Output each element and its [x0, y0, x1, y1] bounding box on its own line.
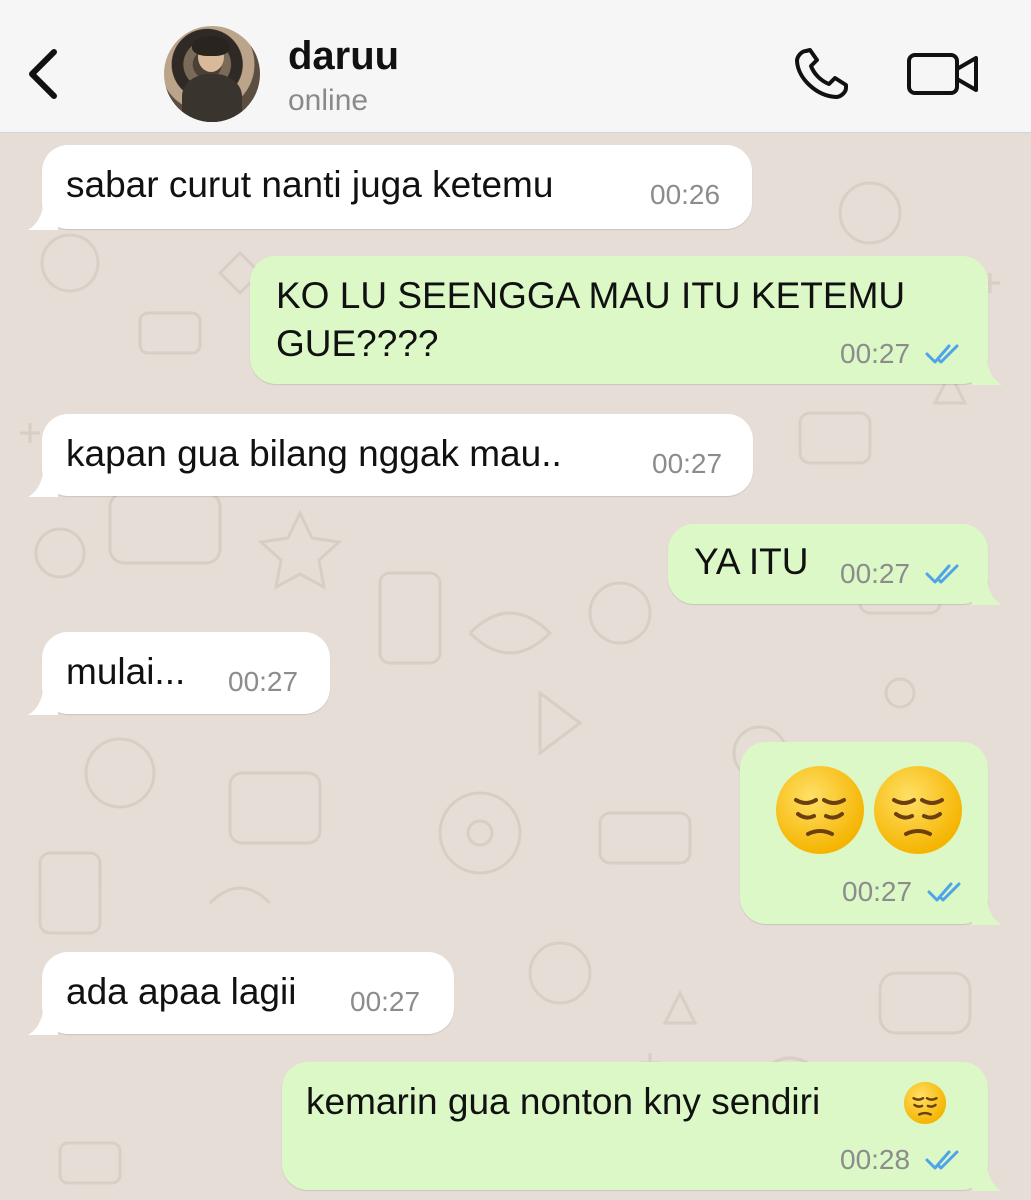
chat-area[interactable]: sabar curut nanti juga ketemu 00:26 KO L…	[0, 133, 1031, 1200]
message-incoming[interactable]: kapan gua bilang nggak mau.. 00:27	[28, 414, 753, 497]
bubble-tail	[972, 575, 1002, 605]
bubble-tail	[972, 895, 1002, 925]
message-incoming[interactable]: mulai... 00:27	[28, 632, 330, 715]
message-text: kemarin gua nonton kny sendiri	[306, 1081, 821, 1122]
double-check-icon	[927, 882, 961, 902]
video-camera-icon[interactable]	[906, 50, 980, 98]
message-text: sabar curut nanti juga ketemu	[66, 164, 554, 205]
bubble-tail	[28, 685, 58, 715]
double-check-icon	[925, 564, 959, 584]
message-text: ada apaa lagii	[66, 971, 297, 1012]
message-incoming[interactable]: ada apaa lagii 00:27	[28, 952, 454, 1035]
message-time: 00:27	[840, 558, 911, 589]
phone-icon[interactable]	[792, 46, 852, 102]
message-text: YA ITU	[694, 541, 809, 582]
chat-header: daruu online	[0, 0, 1031, 133]
message-time: 00:27	[842, 876, 913, 907]
message-time: 00:27	[652, 448, 723, 479]
double-check-icon	[925, 344, 959, 364]
bubble-tail	[972, 355, 1002, 385]
message-text: kapan gua bilang nggak mau..	[66, 433, 562, 474]
message-time: 00:26	[650, 179, 721, 210]
pensive-face-emoji	[776, 766, 864, 854]
message-outgoing[interactable]: KO LU SEENGGA MAU ITU KETEMU GUE???? 00:…	[250, 256, 1002, 385]
bubble-tail	[28, 467, 58, 497]
double-check-icon	[925, 1150, 959, 1170]
message-time: 00:28	[840, 1144, 911, 1175]
message-text: mulai...	[66, 651, 186, 692]
message-outgoing[interactable]: kemarin gua nonton kny sendiri 😔 00:28	[282, 1062, 1002, 1191]
bubble-tail	[28, 200, 58, 230]
bubble-tail	[972, 1161, 1002, 1191]
message-time: 00:27	[350, 986, 421, 1017]
message-time: 00:27	[228, 666, 299, 697]
pensive-face-emoji	[903, 1081, 947, 1125]
contact-status: online	[288, 84, 369, 117]
message-text-line-1: KO LU SEENGGA MAU ITU KETEMU	[276, 275, 906, 316]
message-time: 00:27	[840, 338, 911, 369]
avatar[interactable]	[164, 26, 260, 122]
chevron-left-icon[interactable]	[20, 46, 64, 102]
message-outgoing[interactable]: YA ITU 00:27	[668, 524, 1002, 605]
contact-name[interactable]: daruu	[288, 34, 399, 79]
message-text-line-2: GUE????	[276, 323, 439, 364]
bubble-tail	[28, 1005, 58, 1035]
message-outgoing-emoji[interactable]: 😔😔 00:27	[740, 742, 1002, 925]
pensive-face-emoji	[874, 766, 962, 854]
message-incoming[interactable]: sabar curut nanti juga ketemu 00:26	[28, 145, 752, 230]
